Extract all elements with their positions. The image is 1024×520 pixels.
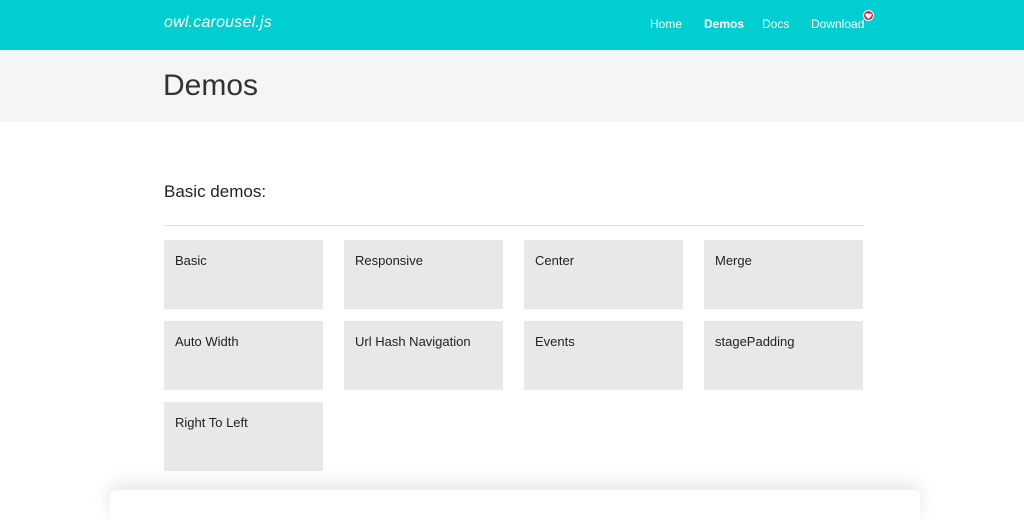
demo-card-url-hash-navigation[interactable]: Url Hash Navigation <box>344 321 503 390</box>
nav-home-link[interactable]: Home <box>650 17 682 31</box>
demo-card-basic[interactable]: Basic <box>164 240 323 309</box>
page-title: Demos <box>163 69 259 102</box>
demo-card-stage-padding[interactable]: stagePadding <box>704 321 863 390</box>
top-navbar: owl.carousel.js Home Demos Docs Download <box>0 0 1024 50</box>
section-divider <box>164 225 863 226</box>
page-title-bar <box>0 50 1024 122</box>
heart-icon <box>863 10 874 21</box>
footer-panel-edge <box>110 490 920 520</box>
nav-docs-link[interactable]: Docs <box>762 17 789 31</box>
demo-card-auto-width[interactable]: Auto Width <box>164 321 323 390</box>
demo-grid: Basic Responsive Center Merge Auto Width… <box>164 240 864 471</box>
demo-card-merge[interactable]: Merge <box>704 240 863 309</box>
demo-card-right-to-left[interactable]: Right To Left <box>164 402 323 471</box>
nav-download-link[interactable]: Download <box>811 17 864 31</box>
demo-card-responsive[interactable]: Responsive <box>344 240 503 309</box>
section-title: Basic demos: <box>164 182 267 201</box>
demo-card-events[interactable]: Events <box>524 321 683 390</box>
main-nav: Home Demos Docs Download <box>0 0 1024 50</box>
demo-card-center[interactable]: Center <box>524 240 683 309</box>
nav-demos-link[interactable]: Demos <box>704 17 744 31</box>
